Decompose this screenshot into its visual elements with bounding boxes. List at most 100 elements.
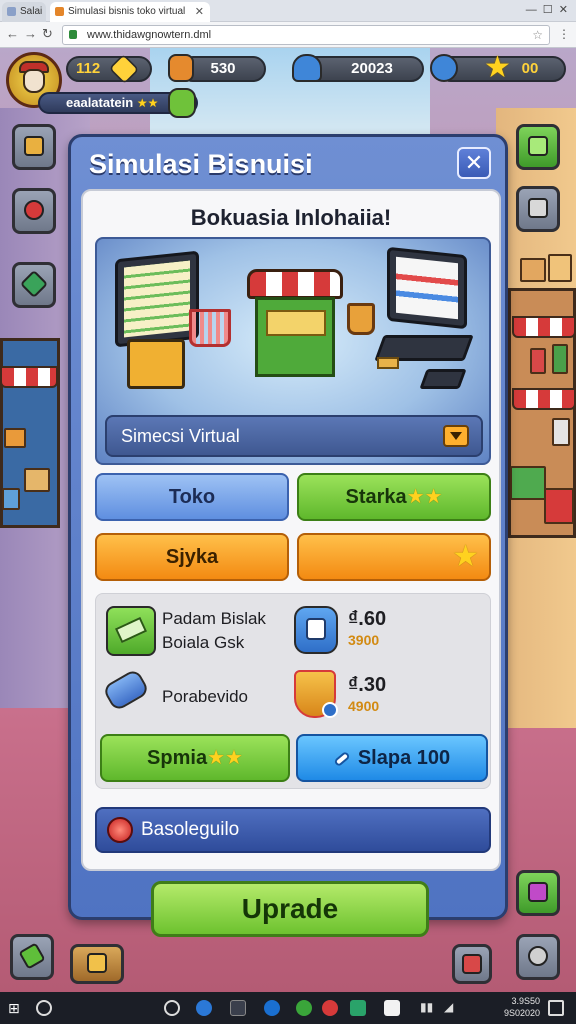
sjyka-button[interactable]: Sjyka [95, 533, 289, 581]
star-bonus-button[interactable]: ★ [297, 533, 491, 581]
storage-icon [528, 198, 548, 218]
crate [2, 488, 20, 510]
notification-icon[interactable] [548, 1000, 564, 1016]
search-icon[interactable] [36, 1000, 52, 1016]
alarm-button[interactable] [12, 188, 56, 234]
rating-stars-icon: ★★ [136, 96, 159, 110]
slapa-label: Slapa 100 [357, 747, 451, 769]
level-pill: 112 [66, 53, 152, 85]
stat-2-value: ₫.30 [348, 674, 387, 696]
level-value: 112 [76, 60, 101, 77]
start-icon[interactable]: ⊞ [8, 1000, 24, 1016]
starka-label: Starka [345, 486, 407, 508]
bottle [530, 348, 546, 374]
simulation-label: Simecsi Virtual [121, 426, 240, 446]
delivery-icon [462, 954, 482, 974]
settings-icon [528, 946, 548, 966]
bookmark-star-icon[interactable]: ☆ [532, 26, 543, 44]
crate [510, 466, 546, 500]
red-app-icon[interactable] [322, 1000, 338, 1016]
starka-button[interactable]: Starka★★ [297, 473, 491, 521]
stat-1-value: ₫.60 [348, 608, 387, 630]
simulation-selector[interactable]: Simecsi Virtual [105, 415, 483, 457]
dialog-title: Simulasi Bisnuisi [89, 149, 313, 179]
tab-close-icon[interactable]: ✕ [195, 2, 204, 22]
store-scene-illustration: Simecsi Virtual [95, 237, 491, 465]
stats-panel: Padam Bislak Boiala Gsk ₫.60 3900 Porabe… [95, 593, 491, 789]
url-field[interactable]: www.thidawgnowtern.dml ☆ [62, 25, 550, 45]
inventory-button[interactable] [70, 944, 124, 984]
tab-favicon-icon [7, 7, 16, 16]
close-button[interactable]: ✕ [457, 147, 491, 179]
reload-icon[interactable]: ↻ [42, 26, 53, 42]
document-app-icon[interactable] [384, 1000, 400, 1016]
chevron-down-icon [443, 425, 469, 447]
sheet-app-icon[interactable] [350, 1000, 366, 1016]
window-controls[interactable]: — ☐ ✕ [526, 3, 568, 16]
toko-button[interactable]: Toko [95, 473, 289, 521]
crate [544, 488, 574, 524]
awning-left [0, 366, 58, 388]
dialog-panel: Bokuasia Inlohaiia! Simecsi Virtual Toko… [81, 189, 501, 871]
power-icon[interactable] [164, 1000, 180, 1016]
stat-1-line-1: Padam Bislak [162, 609, 266, 628]
star-icon: ★ [484, 51, 511, 84]
bottle [552, 418, 570, 446]
upgrade-label: Uprade [241, 893, 339, 924]
tab-favicon-icon [55, 7, 64, 16]
lock-icon [69, 30, 77, 39]
star-icon: ★ [452, 540, 479, 573]
market-stall-icon [255, 297, 335, 377]
settings-button[interactable] [516, 934, 560, 980]
browser-tab-active[interactable]: Simulasi bisnis toko virtual ✕ [50, 2, 210, 22]
crate-icon [528, 136, 548, 156]
map-button[interactable] [12, 124, 56, 170]
awning-right [512, 316, 576, 338]
cart-resource-icon [168, 54, 194, 82]
tab-label: Simulasi bisnis toko virtual [68, 6, 186, 17]
stat-1-line-2: Boiala Gsk [162, 633, 245, 652]
browser-tab-bar: Salai Simulasi bisnis toko virtual ✕ — ☐… [0, 0, 576, 22]
shopping-cart-icon [189, 309, 231, 347]
crate-button[interactable] [516, 124, 560, 170]
browser-tab-salai[interactable]: Salai [2, 2, 46, 22]
base-selector[interactable]: Basoleguilo [95, 807, 491, 853]
tool-icon [18, 942, 46, 970]
inventory-icon [87, 953, 107, 973]
monitor-right-icon [387, 246, 467, 330]
taskbar-clock[interactable]: 3.9S50 9S02020 [504, 995, 540, 1019]
spmia-button[interactable]: Spmia★★ [100, 734, 290, 782]
rating-stars-icon: ★★ [207, 747, 243, 769]
resource-2-value: 20023 [351, 60, 393, 77]
storage-button[interactable] [516, 186, 560, 232]
volume-icon[interactable]: ◢ [444, 1000, 460, 1016]
globe-app-icon[interactable] [264, 1000, 280, 1016]
tool-button[interactable] [10, 934, 54, 980]
stat-2-sub: 4900 [348, 698, 380, 714]
delivery-button[interactable] [452, 944, 492, 984]
browser-menu-icon[interactable]: ⋮ [558, 27, 570, 41]
alarm-icon [24, 200, 44, 220]
gift-box-button[interactable] [516, 870, 560, 916]
toko-label: Toko [168, 486, 216, 508]
cup-icon [347, 303, 375, 335]
wallet-icon [294, 606, 338, 654]
slapa-button[interactable]: Slapa 100 [296, 734, 488, 782]
forward-arrow-icon[interactable]: → [24, 26, 37, 41]
close-icon: ✕ [464, 150, 484, 175]
browser-app-icon[interactable] [196, 1000, 212, 1016]
sjyka-label: Sjyka [165, 546, 219, 568]
back-arrow-icon[interactable]: ← [6, 26, 19, 41]
upgrade-button[interactable]: Uprade [151, 881, 429, 937]
pen-icon [333, 750, 351, 767]
spmia-label: Spmia [147, 747, 208, 769]
network-icon[interactable]: ▮▮ [420, 1000, 436, 1016]
dialog-subtitle: Bokuasia Inlohaiia! [190, 205, 392, 230]
gem-icon [430, 54, 458, 82]
green-app-icon[interactable] [296, 1000, 312, 1016]
gem-shop-button[interactable] [12, 262, 56, 308]
gift-icon[interactable] [168, 88, 196, 118]
window-app-icon[interactable] [230, 1000, 246, 1016]
shield-badge-icon [294, 670, 338, 718]
crate [24, 468, 50, 492]
